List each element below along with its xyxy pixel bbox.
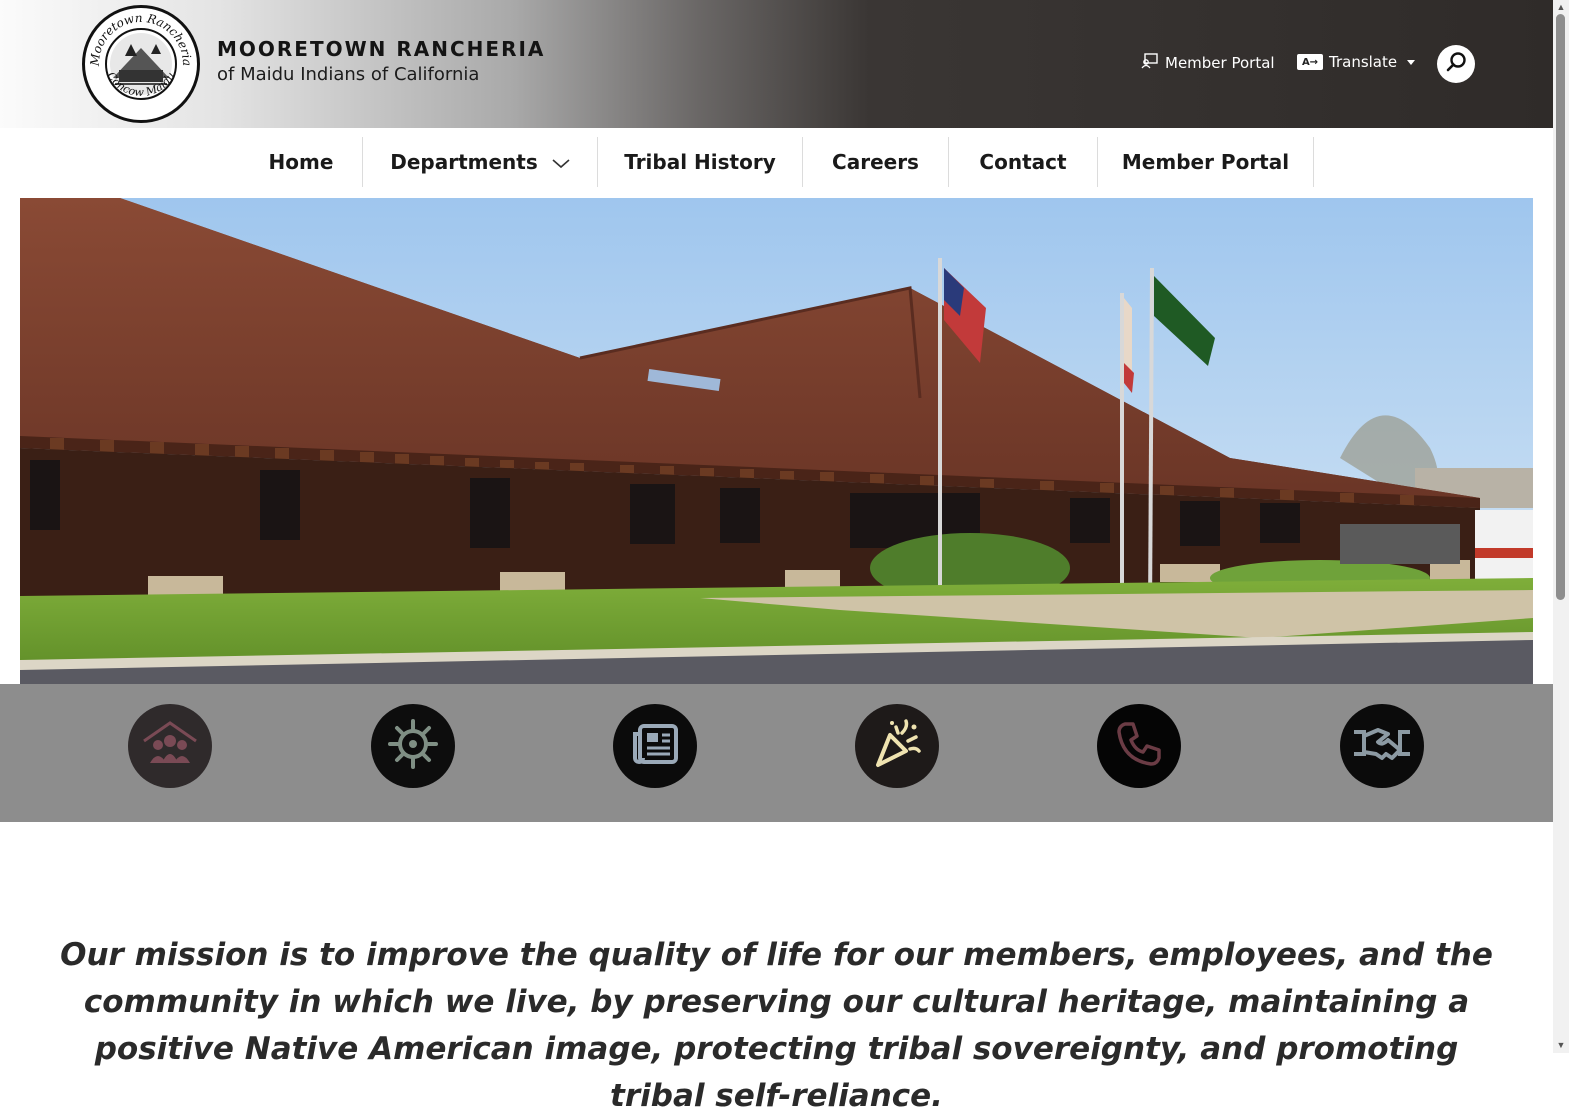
search-button[interactable] (1437, 45, 1475, 83)
scroll-down-arrow-icon[interactable]: ▼ (1555, 1040, 1567, 1050)
nav-divider (1313, 137, 1314, 187)
handshake-icon (1352, 722, 1412, 771)
quick-link-news[interactable] (613, 704, 697, 788)
chevron-down-icon (552, 150, 570, 174)
mission-statement: Our mission is to improve the quality of… (60, 937, 1493, 1114)
member-portal-label: Member Portal (1165, 54, 1275, 72)
nav-item-contact[interactable]: Contact (949, 136, 1097, 188)
scrollbar-thumb[interactable] (1556, 14, 1565, 600)
nav-item-tribal-history[interactable]: Tribal History (598, 136, 802, 188)
nav-item-label: Contact (979, 150, 1067, 174)
quick-link-contact[interactable] (1097, 704, 1181, 788)
member-portal-link[interactable]: Member Portal (1141, 53, 1275, 73)
nav-item-home[interactable]: Home (240, 136, 362, 188)
tribal-seal-logo[interactable]: Mooretown Rancheria Concow Maidu (82, 5, 200, 123)
translate-icon: A→ (1297, 54, 1323, 70)
translate-label: Translate (1329, 53, 1398, 71)
nav-item-label: Departments (390, 150, 538, 174)
nav-item-label: Careers (832, 150, 919, 174)
brand-name[interactable]: MOORETOWN RANCHERIA (217, 37, 545, 61)
newspaper-icon (630, 722, 680, 771)
quick-link-events[interactable] (855, 704, 939, 788)
member-portal-icon (1141, 53, 1159, 73)
quick-links-bar (0, 684, 1553, 822)
hero-image (20, 198, 1533, 684)
caret-down-icon (1407, 59, 1416, 65)
virus-icon (387, 718, 439, 775)
translate-dropdown[interactable]: A→ Translate (1297, 53, 1416, 71)
scroll-up-arrow-icon[interactable]: ▲ (1555, 2, 1567, 12)
quick-link-partnerships[interactable] (1340, 704, 1424, 788)
nav-item-departments[interactable]: Departments (363, 136, 597, 188)
nav-item-label: Tribal History (624, 150, 776, 174)
party-popper-icon (872, 718, 922, 774)
nav-item-careers[interactable]: Careers (803, 136, 948, 188)
nav-item-label: Member Portal (1121, 150, 1290, 174)
phone-icon (1115, 720, 1163, 773)
nav-item-member-portal[interactable]: Member Portal (1098, 136, 1313, 188)
site-header: Mooretown Rancheria Concow Maidu MOORETO… (0, 0, 1553, 128)
brand-subtitle: of Maidu Indians of California (217, 64, 480, 85)
search-icon (1445, 51, 1467, 78)
main-navigation: Home Departments Tribal History Careers … (0, 128, 1553, 198)
community-house-icon (140, 719, 200, 774)
quick-link-covid[interactable] (371, 704, 455, 788)
quick-link-community[interactable] (128, 704, 212, 788)
nav-item-label: Home (268, 150, 334, 174)
